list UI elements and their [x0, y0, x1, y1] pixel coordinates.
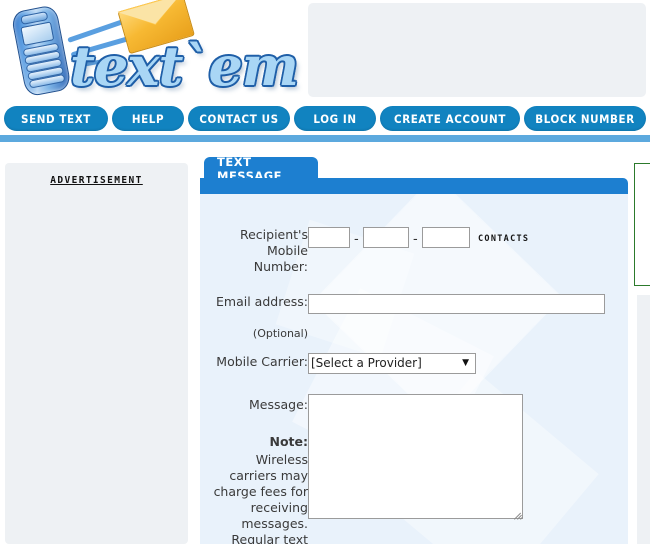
- recipient-number-label: Recipient's Mobile Number:: [239, 227, 308, 274]
- phone-separator-dash: -: [354, 232, 359, 247]
- text-message-panel: TEXT MESSAGE Recipient's Mobile Number: …: [200, 155, 632, 544]
- nav-item-create-account[interactable]: CREATE ACCOUNT: [380, 106, 520, 131]
- recipient-line-number-input[interactable]: [422, 227, 470, 248]
- header-ad-slot: [308, 3, 646, 97]
- page-content: ADVERTISEMENT TEXT MESSAGE Recipient's M…: [0, 142, 650, 544]
- email-optional-hint: (Optional): [252, 327, 308, 340]
- contacts-link[interactable]: CONTACTS: [478, 234, 529, 244]
- left-ad-slot: ADVERTISEMENT: [5, 163, 188, 544]
- main-navigation: SEND TEXT HELP CONTACT US LOG IN CREATE …: [0, 106, 650, 134]
- site-header: text`em: [0, 0, 650, 106]
- nav-item-block-number[interactable]: BLOCK NUMBER: [524, 106, 646, 131]
- text-message-form: Recipient's Mobile Number: - - CONTACTS …: [200, 194, 628, 544]
- note-title-text: Note:: [269, 434, 308, 449]
- message-textarea[interactable]: [308, 394, 523, 519]
- note-text: Wireless carriers may charge fees for re…: [213, 452, 308, 544]
- message-label: Message:: [249, 397, 308, 412]
- nav-item-log-in[interactable]: LOG IN: [294, 106, 376, 131]
- right-green-ad-box: [634, 163, 650, 286]
- tab-bar: [200, 178, 628, 194]
- note-title: Note:: [206, 434, 308, 450]
- recipient-area-code-input[interactable]: [308, 227, 350, 248]
- recipient-prefix-input[interactable]: [363, 227, 409, 248]
- mobile-phone-icon: [10, 4, 72, 98]
- mobile-carrier-select[interactable]: [Select a Provider]: [308, 352, 476, 374]
- nav-item-contact-us[interactable]: CONTACT US: [188, 106, 290, 131]
- nav-divider-rule: [0, 135, 650, 142]
- phone-separator-dash: -: [413, 232, 418, 247]
- phone-keypad: [22, 42, 66, 89]
- mobile-carrier-label: Mobile Carrier:: [216, 354, 308, 369]
- nav-item-help[interactable]: HELP: [112, 106, 184, 131]
- page-root: text`em SEND TEXT HELP CONTACT US LOG IN…: [0, 0, 650, 544]
- brand-wordmark: text`em: [70, 34, 299, 98]
- site-logo[interactable]: text`em: [4, 0, 304, 104]
- email-address-label: Email address:: [216, 294, 308, 309]
- mobile-carrier-select-wrap[interactable]: [Select a Provider] ▼: [308, 352, 476, 374]
- email-address-input[interactable]: [308, 294, 605, 314]
- right-gray-ad-box: [637, 295, 650, 544]
- nav-item-send-text[interactable]: SEND TEXT: [4, 106, 108, 131]
- advertisement-label: ADVERTISEMENT: [50, 175, 143, 186]
